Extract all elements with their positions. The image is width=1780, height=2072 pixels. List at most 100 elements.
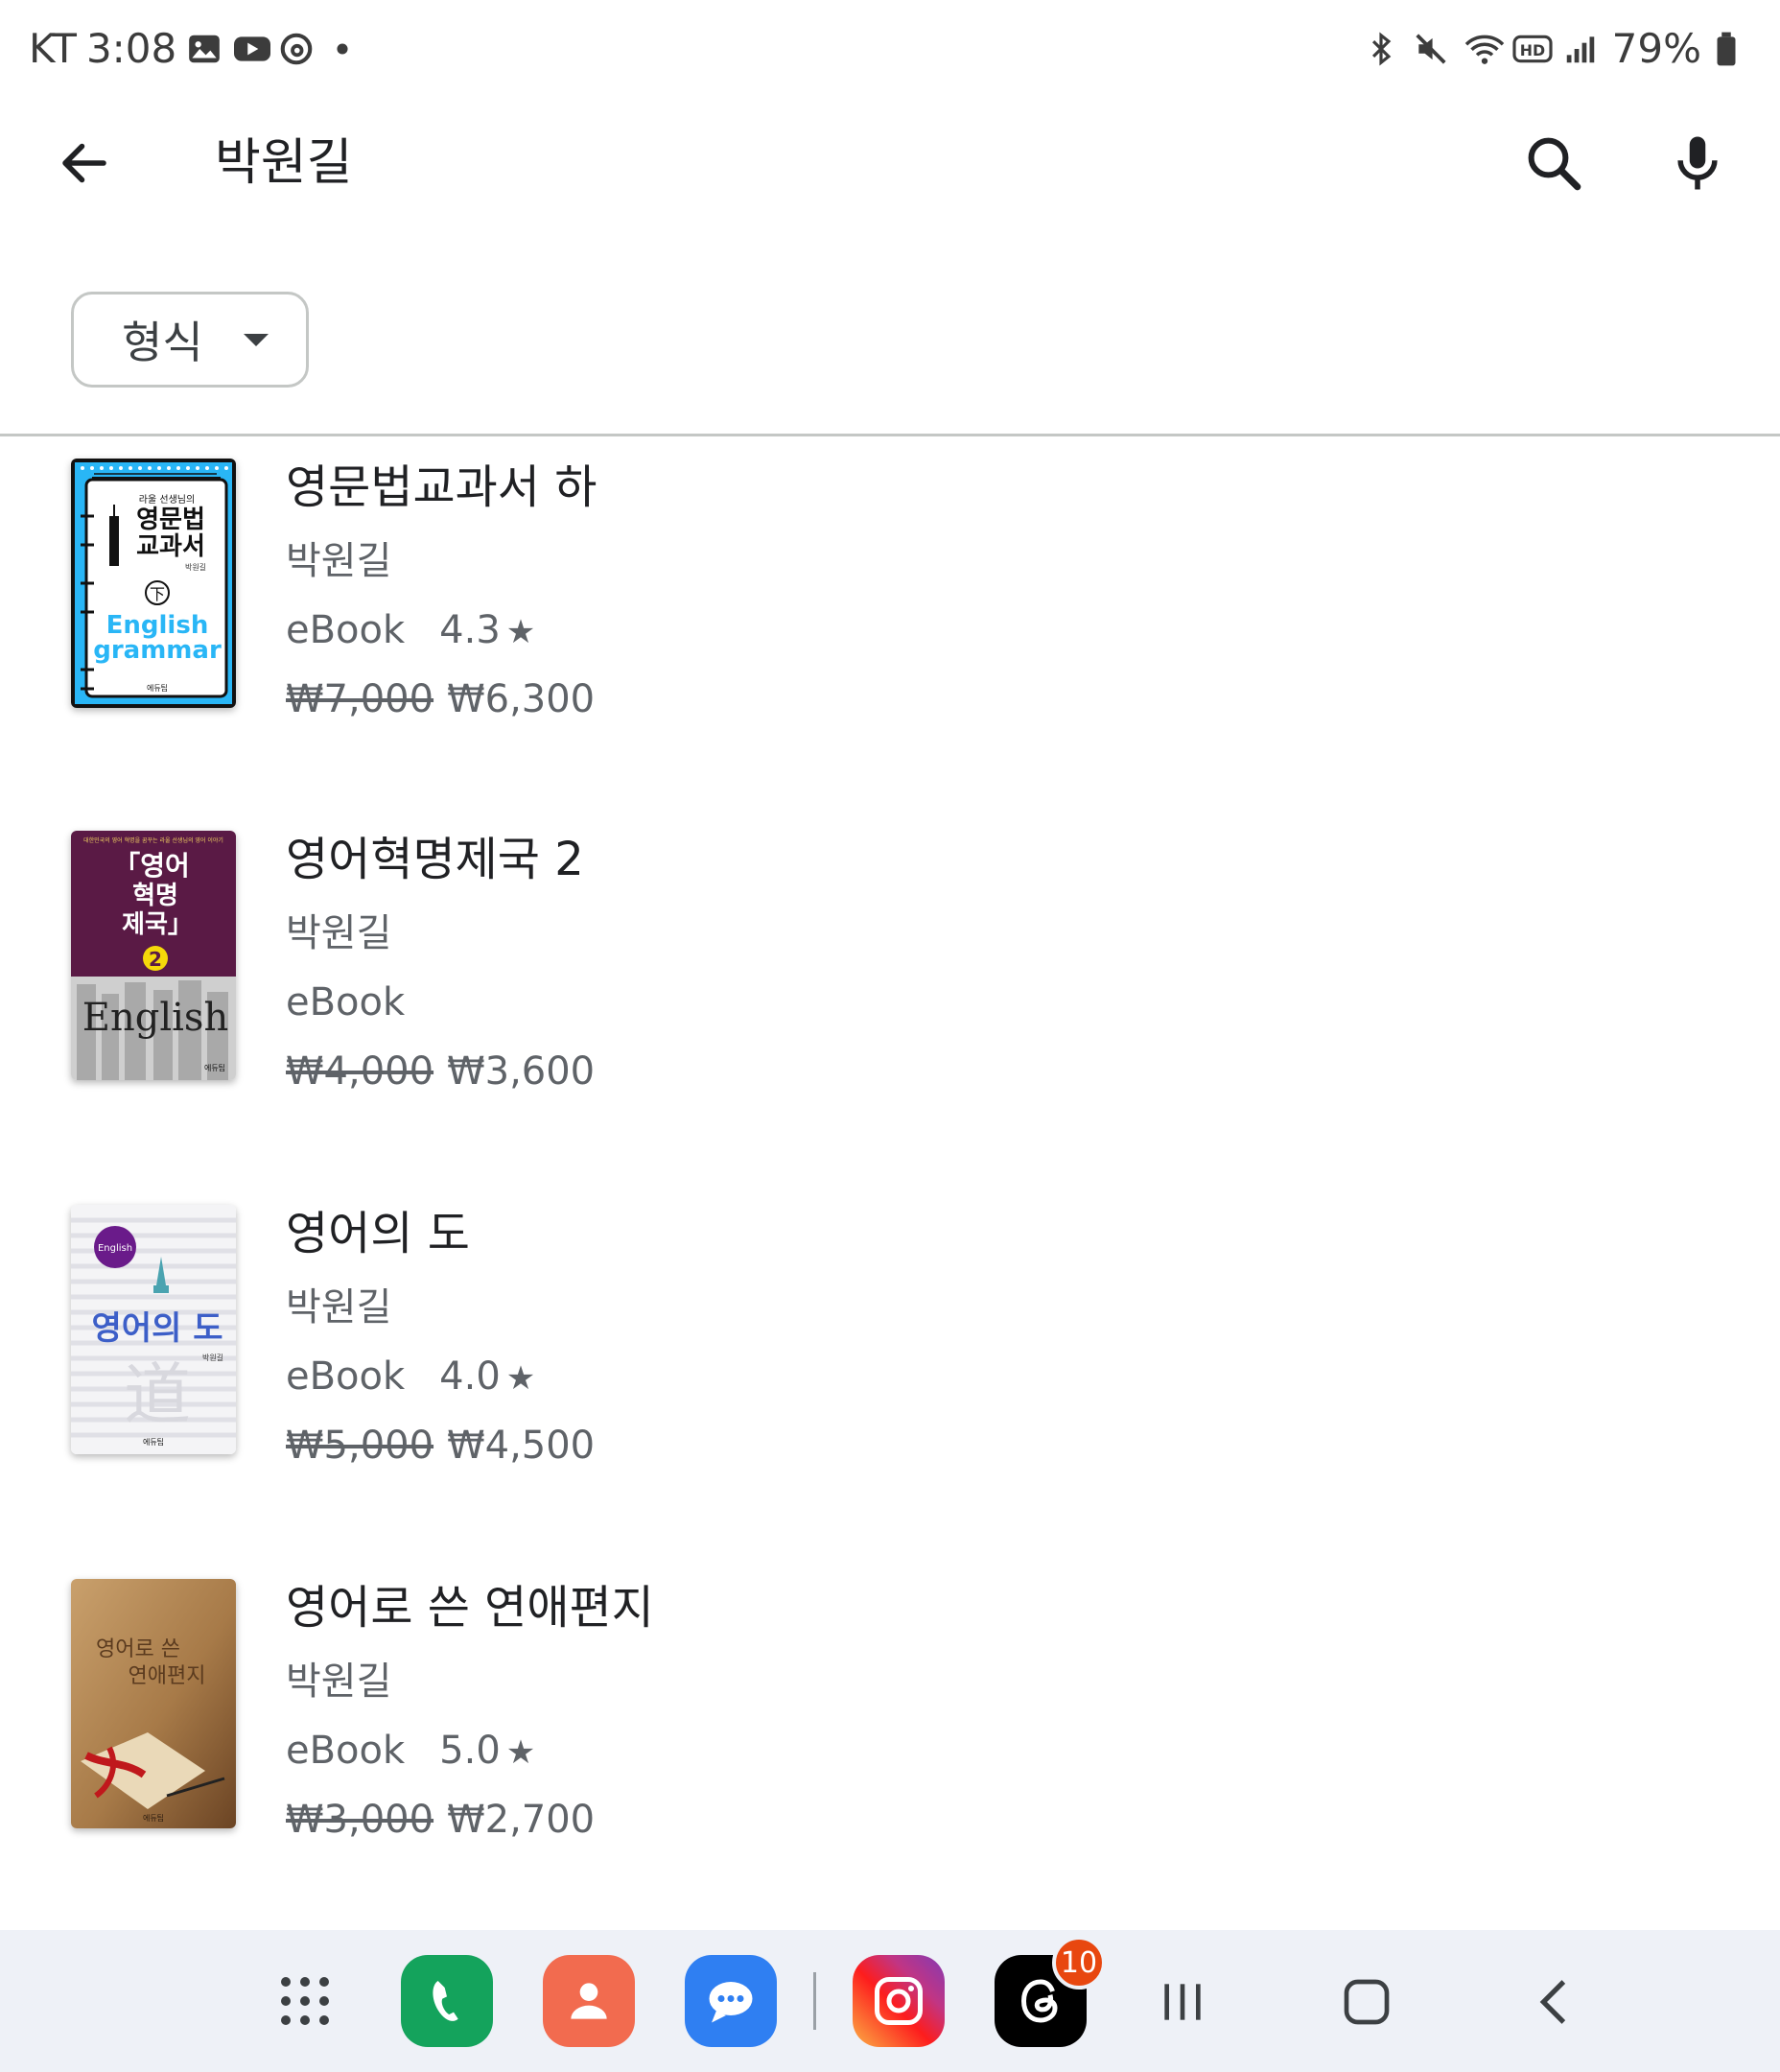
wifi-icon <box>1463 30 1504 66</box>
mute-icon <box>1413 30 1449 66</box>
phone-app-icon[interactable] <box>401 1955 493 2047</box>
dropdown-arrow-icon <box>243 334 269 346</box>
back-button[interactable] <box>46 125 123 201</box>
search-query[interactable]: 박원길 <box>215 125 353 201</box>
format-filter-label: 형식 <box>122 317 203 368</box>
cover-line3: 제국」 <box>122 910 193 939</box>
book-title: 영어혁명제국 2 <box>286 833 584 886</box>
cover-tagline: 대한민국의 영어 혁명을 꿈꾸는 라울 선생님의 영어 이야기 <box>83 836 223 844</box>
dock-divider <box>813 1972 816 2030</box>
cover-title: 영어의 도 <box>92 1309 223 1348</box>
cover-english: English <box>82 996 228 1040</box>
book-price: ₩4,000 ₩3,600 <box>286 1044 595 1099</box>
book-list-item[interactable]: 라울 선생님의 영문법 교과서 박원길 下 English grammar 에듀… <box>0 459 1780 746</box>
signal-icon <box>1562 30 1599 66</box>
sale-price: ₩2,700 <box>447 1798 596 1842</box>
youtube-icon <box>232 30 271 66</box>
book-format: eBook <box>286 980 406 1024</box>
navigation-bar: 10 <box>0 1930 1780 2072</box>
search-button[interactable] <box>1515 125 1592 201</box>
book-price: ₩5,000 ₩4,500 <box>286 1418 595 1473</box>
book-info: 영어혁명제국 2 박원길 eBook ₩4,000 ₩3,600 <box>286 831 595 1099</box>
book-list-item[interactable]: 영어로 쓴 연애편지 에듀팁 영어로 쓴 연애편지 박원길 eBook 5.0 ★… <box>0 1579 1780 1867</box>
home-icon <box>1344 1979 1390 2025</box>
home-button[interactable] <box>1333 1968 1400 2036</box>
book-price: ₩7,000 ₩6,300 <box>286 671 597 727</box>
book-info: 영어의 도 박원길 eBook 4.0 ★ ₩5,000 ₩4,500 <box>286 1205 595 1473</box>
book-meta: eBook 4.0 ★ <box>286 1349 595 1418</box>
app-dock: 10 <box>259 1936 1106 2047</box>
messages-app-icon[interactable] <box>685 1955 777 2047</box>
cover-grammar: grammar <box>93 636 222 665</box>
chevron-left-icon <box>1539 1980 1566 2024</box>
cover-author: 박원길 <box>185 562 206 572</box>
book-cover[interactable]: 라울 선생님의 영문법 교과서 박원길 下 English grammar 에듀… <box>71 459 236 708</box>
star-icon: ★ <box>505 1733 536 1772</box>
cover-volume: 下 <box>150 585 165 603</box>
sale-price: ₩4,500 <box>447 1424 596 1468</box>
carrier: KT <box>29 24 77 72</box>
cover-publisher: 에듀팁 <box>143 1438 164 1447</box>
book-author[interactable]: 박원길 <box>286 533 597 602</box>
voice-search-button[interactable] <box>1659 125 1736 201</box>
hd-icon: HD <box>1512 30 1553 66</box>
cover-line2: 혁명 <box>132 882 178 910</box>
cover-line1: 「영어 <box>113 850 190 882</box>
original-price: ₩5,000 <box>286 1424 434 1468</box>
bluetooth-icon <box>1363 30 1399 66</box>
book-title: 영문법교과서 하 <box>286 460 597 514</box>
clock: 3:08 <box>85 24 177 72</box>
battery-level: 79% <box>1611 24 1701 72</box>
book-format: eBook <box>286 1354 406 1399</box>
original-price: ₩7,000 <box>286 677 434 721</box>
system-back-button[interactable] <box>1521 1968 1588 2036</box>
cover-publisher: 에듀팁 <box>204 1064 225 1072</box>
cover-badge: English <box>98 1243 132 1254</box>
sale-price: ₩3,600 <box>447 1049 596 1094</box>
search-icon <box>1528 137 1581 191</box>
status-bar: KT 3:08 HD 79% <box>0 0 1780 96</box>
book-cover[interactable]: 대한민국의 영어 혁명을 꿈꾸는 라울 선생님의 영어 이야기 「영어 혁명 제… <box>71 831 236 1080</box>
book-list-item[interactable]: 대한민국의 영어 혁명을 꿈꾸는 라울 선생님의 영어 이야기 「영어 혁명 제… <box>0 831 1780 1118</box>
book-rating: 5.0 ★ <box>439 1729 536 1773</box>
cover-author: 박원길 <box>202 1353 223 1362</box>
cover-title-line1: 영문법 <box>136 506 205 534</box>
recents-icon <box>1164 1984 1201 2020</box>
book-price: ₩3,000 ₩2,700 <box>286 1792 654 1848</box>
book-meta: eBook 5.0 ★ <box>286 1723 654 1792</box>
cover-publisher: 에듀팁 <box>147 684 168 693</box>
book-meta: eBook 4.3 ★ <box>286 602 597 671</box>
original-price: ₩3,000 <box>286 1798 434 1842</box>
threads-app-icon[interactable]: 10 <box>995 1936 1106 2047</box>
apps-grid-icon[interactable] <box>259 1955 351 2047</box>
status-left: KT 3:08 <box>29 21 361 75</box>
book-author[interactable]: 박원길 <box>286 1280 595 1349</box>
mic-icon <box>1677 136 1718 190</box>
book-rating: 4.3 ★ <box>439 608 536 652</box>
book-cover[interactable]: English 영어의 도 박원길 道 에듀팁 <box>71 1205 236 1454</box>
book-cover[interactable]: 영어로 쓴 연애편지 에듀팁 <box>71 1579 236 1828</box>
sale-price: ₩6,300 <box>447 677 596 721</box>
recent-apps-button[interactable] <box>1149 1968 1216 2036</box>
star-icon: ★ <box>505 613 536 651</box>
original-price: ₩4,000 <box>286 1049 434 1094</box>
contacts-app-icon[interactable] <box>543 1955 635 2047</box>
instagram-app-icon[interactable] <box>853 1955 945 2047</box>
cover-title-line2: 교과서 <box>136 532 205 561</box>
book-author[interactable]: 박원길 <box>286 1654 654 1723</box>
book-title: 영어의 도 <box>286 1207 470 1260</box>
battery-icon <box>1715 30 1751 66</box>
gallery-icon <box>186 30 222 66</box>
cover-publisher: 에듀팁 <box>143 1814 164 1823</box>
format-filter-chip[interactable]: 형식 <box>71 292 309 388</box>
book-rating: 4.0 ★ <box>439 1354 536 1399</box>
star-icon: ★ <box>505 1359 536 1398</box>
cover-line1: 영어로 쓴 <box>96 1637 180 1661</box>
cover-line2: 연애편지 <box>129 1664 206 1688</box>
cover-number: 2 <box>149 948 162 971</box>
book-list-item[interactable]: English 영어의 도 박원길 道 에듀팁 영어의 도 박원길 eBook … <box>0 1205 1780 1493</box>
arrow-back-icon <box>62 143 106 183</box>
book-author[interactable]: 박원길 <box>286 906 595 975</box>
book-title: 영어로 쓴 연애편지 <box>286 1581 654 1635</box>
app-bar: 박원길 <box>0 106 1780 221</box>
